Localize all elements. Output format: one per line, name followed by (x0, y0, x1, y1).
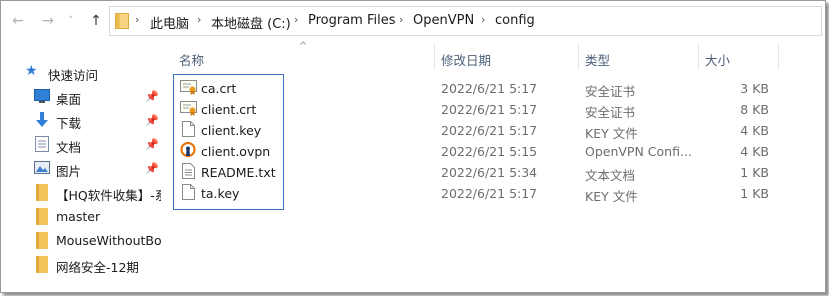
file-type: KEY 文件 (585, 189, 638, 204)
sidebar-item-network-security[interactable]: 网络安全-12期 (34, 254, 161, 276)
file-type: 文本文档 (585, 168, 636, 183)
sidebar-item-desktop[interactable]: 桌面 📌 (34, 86, 159, 108)
sidebar-item-downloads[interactable]: 下载 📌 (34, 110, 159, 132)
column-header-type[interactable]: 类型 (585, 50, 610, 69)
folder-icon (36, 232, 48, 249)
star-icon: ★ (25, 63, 38, 79)
sidebar-item-label: 文档 (56, 140, 82, 155)
breadcrumb-separator: › (481, 13, 486, 26)
folder-icon (36, 208, 48, 225)
file-size: 4 KB (740, 123, 769, 138)
up-button[interactable]: ↑ (87, 10, 105, 32)
pin-icon: 📌 (145, 114, 159, 127)
sidebar-item-hq-software[interactable]: 【HQ软件收集】-系 (34, 182, 161, 204)
forward-button[interactable]: → (39, 10, 57, 32)
breadcrumb-config[interactable]: config (495, 13, 535, 28)
up-arrow-icon: ↑ (90, 13, 102, 29)
file-size: 3 KB (740, 81, 769, 96)
file-size: 4 KB (740, 144, 769, 159)
sidebar-item-pictures[interactable]: 图片 📌 (34, 158, 159, 180)
sidebar-item-quick-access[interactable]: ★ 快速访问 (25, 62, 165, 84)
breadcrumb-separator: › (135, 13, 140, 26)
breadcrumb-separator: › (197, 13, 202, 26)
sidebar-item-label: 快速访问 (48, 68, 99, 83)
file-type: KEY 文件 (585, 126, 638, 141)
sidebar-item-label: 下载 (56, 116, 82, 131)
file-type: 安全证书 (585, 105, 636, 120)
breadcrumb-separator: › (294, 13, 299, 26)
file-type: 安全证书 (585, 84, 636, 99)
column-divider[interactable] (698, 44, 699, 70)
pictures-icon (34, 161, 50, 174)
breadcrumb-program-files[interactable]: Program Files (308, 13, 396, 28)
folder-icon (36, 256, 48, 273)
sidebar-item-label: 图片 (56, 164, 82, 179)
breadcrumb-local-disk[interactable]: 本地磁盘 (C:) (211, 13, 291, 32)
breadcrumb-separator: › (399, 13, 404, 26)
file-date: 2022/6/21 5:34 (441, 165, 538, 180)
sidebar-item-documents[interactable]: 文档 📌 (34, 134, 159, 156)
column-header-date[interactable]: 修改日期 (441, 50, 491, 69)
folder-icon (36, 184, 48, 201)
sort-ascending-icon: ^ (299, 41, 308, 52)
sidebar-item-label: 【HQ软件收集】-系 (56, 188, 161, 203)
breadcrumb-this-pc[interactable]: 此电脑 (150, 13, 189, 32)
folder-icon (115, 13, 129, 29)
file-date: 2022/6/21 5:17 (441, 102, 538, 117)
download-icon (36, 112, 48, 127)
file-date: 2022/6/21 5:17 (441, 81, 538, 96)
address-bar[interactable]: › 此电脑 › 本地磁盘 (C:) › Program Files › Open… (109, 6, 822, 36)
sidebar-item-label: 网络安全-12期 (56, 260, 139, 275)
chevron-down-icon: ˅ (68, 14, 74, 27)
forward-arrow-icon: → (42, 13, 54, 29)
pin-icon: 📌 (145, 138, 159, 151)
breadcrumb-openvpn[interactable]: OpenVPN (413, 13, 474, 28)
sidebar-item-mousewithoutborders[interactable]: MouseWithoutBor (34, 230, 161, 252)
sidebar-item-master[interactable]: master (34, 206, 161, 228)
documents-icon (35, 136, 49, 152)
explorer-window: ← → ˅ ↑ › 此电脑 › 本地磁盘 (C:) › Program File… (0, 0, 826, 293)
file-size: 1 KB (740, 165, 769, 180)
pin-icon: 📌 (145, 162, 159, 175)
column-divider[interactable] (778, 44, 779, 70)
file-date: 2022/6/21 5:17 (441, 186, 538, 201)
pin-icon: 📌 (145, 90, 159, 103)
desktop-icon (34, 89, 50, 103)
highlight-box (173, 74, 284, 210)
column-header-size[interactable]: 大小 (705, 50, 730, 69)
sidebar-item-label: 桌面 (56, 92, 82, 107)
navigation-bar: ← → ˅ ↑ › 此电脑 › 本地磁盘 (C:) › Program File… (1, 1, 825, 41)
file-date: 2022/6/21 5:17 (441, 123, 538, 138)
file-date: 2022/6/21 5:15 (441, 144, 538, 159)
file-size: 1 KB (740, 186, 769, 201)
column-divider[interactable] (578, 44, 579, 70)
back-arrow-icon: ← (12, 13, 24, 29)
back-button[interactable]: ← (9, 10, 27, 32)
file-type: OpenVPN Confi... (585, 144, 692, 159)
sidebar-item-label: master (56, 209, 101, 224)
sidebar-item-label: MouseWithoutBor (56, 233, 161, 248)
column-divider[interactable] (434, 44, 435, 70)
recent-locations-button[interactable]: ˅ (65, 10, 77, 32)
file-size: 8 KB (740, 102, 769, 117)
column-header-name[interactable]: 名称 (179, 50, 204, 69)
